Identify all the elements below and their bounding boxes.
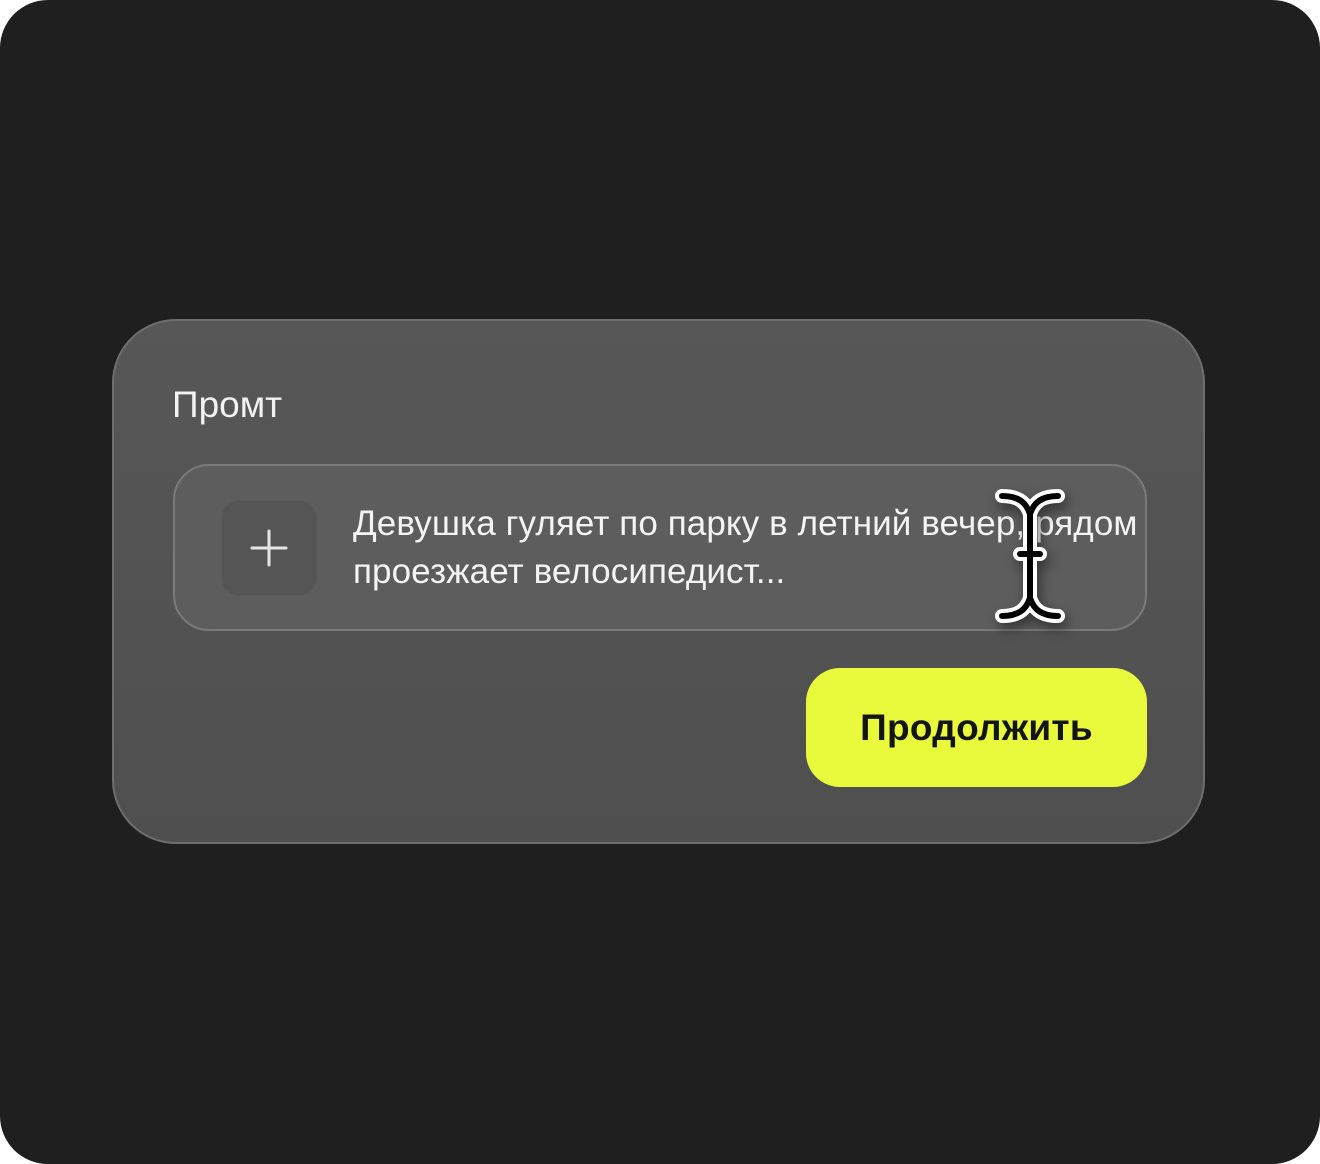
app-background: Промт Девушка гуляет по парку в летний в… bbox=[0, 0, 1320, 1164]
add-attachment-button[interactable] bbox=[221, 500, 317, 596]
prompt-text[interactable]: Девушка гуляет по парку в летний вечер, … bbox=[353, 500, 1143, 596]
prompt-card-title: Промт bbox=[172, 384, 283, 425]
plus-icon bbox=[250, 529, 288, 567]
prompt-card: Промт Девушка гуляет по парку в летний в… bbox=[112, 319, 1205, 844]
prompt-input-field[interactable]: Девушка гуляет по парку в летний вечер, … bbox=[173, 464, 1147, 631]
continue-button[interactable]: Продолжить bbox=[806, 668, 1147, 787]
